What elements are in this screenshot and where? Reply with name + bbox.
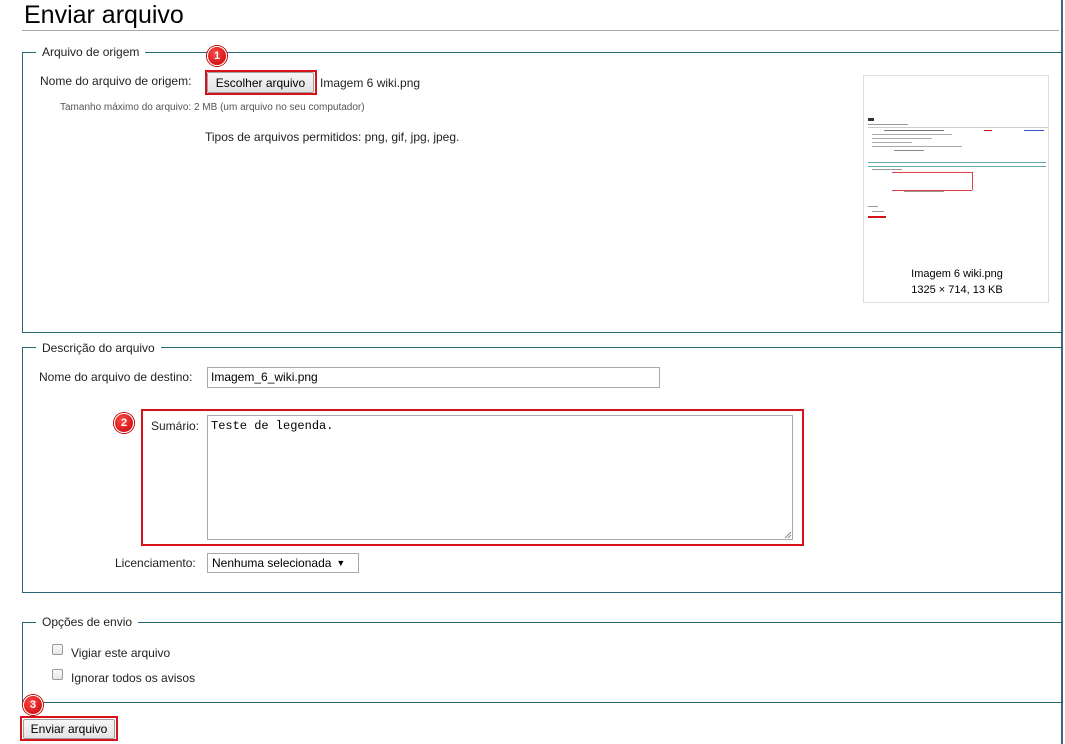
license-select[interactable]: Nenhuma selecionada ▼ [207,553,359,573]
description-legend: Descrição do arquivo [36,341,161,355]
ignore-warnings-label: Ignorar todos os avisos [71,671,196,685]
license-selected-value: Nenhuma selecionada [212,556,332,570]
dest-name-input[interactable]: Imagem_6_wiki.png [207,367,660,388]
title-divider [22,30,1059,31]
watch-label: Vigiar este arquivo [71,646,171,660]
ignore-warnings-checkbox[interactable] [52,669,63,680]
submit-highlight [20,716,118,741]
summary-label: Sumário: [151,419,200,433]
preview-file-name: Imagem 6 wiki.png [911,268,1003,280]
options-fieldset [22,622,1063,703]
license-label: Licenciamento: [115,556,196,570]
source-file-label: Nome do arquivo de origem: [40,74,192,88]
summary-textarea[interactable]: Teste de legenda. [207,415,793,540]
step-3-badge: 3 [23,695,43,715]
page-title: Enviar arquivo [24,1,184,29]
chosen-file-name: Imagem 6 wiki.png [320,76,421,90]
dest-name-label: Nome do arquivo de destino: [39,370,193,384]
preview-file-meta: 1325 × 714, 13 KB [911,284,1003,296]
max-size-note: Tamanho máximo do arquivo: 2 MB (um arqu… [60,102,365,113]
watch-checkbox[interactable] [52,644,63,655]
file-preview: Imagem 6 wiki.png 1325 × 714, 13 KB [863,75,1049,303]
step-2-badge: 2 [114,413,134,433]
source-legend: Arquivo de origem [36,45,146,59]
step-1-badge: 1 [207,46,227,66]
choose-file-highlight [205,70,317,95]
options-legend: Opções de envio [36,615,139,629]
resize-grip-icon[interactable] [784,531,792,539]
dropdown-arrow-icon: ▼ [336,558,346,568]
allowed-types-note: Tipos de arquivos permitidos: png, gif, … [205,130,460,144]
preview-image [868,118,1048,218]
